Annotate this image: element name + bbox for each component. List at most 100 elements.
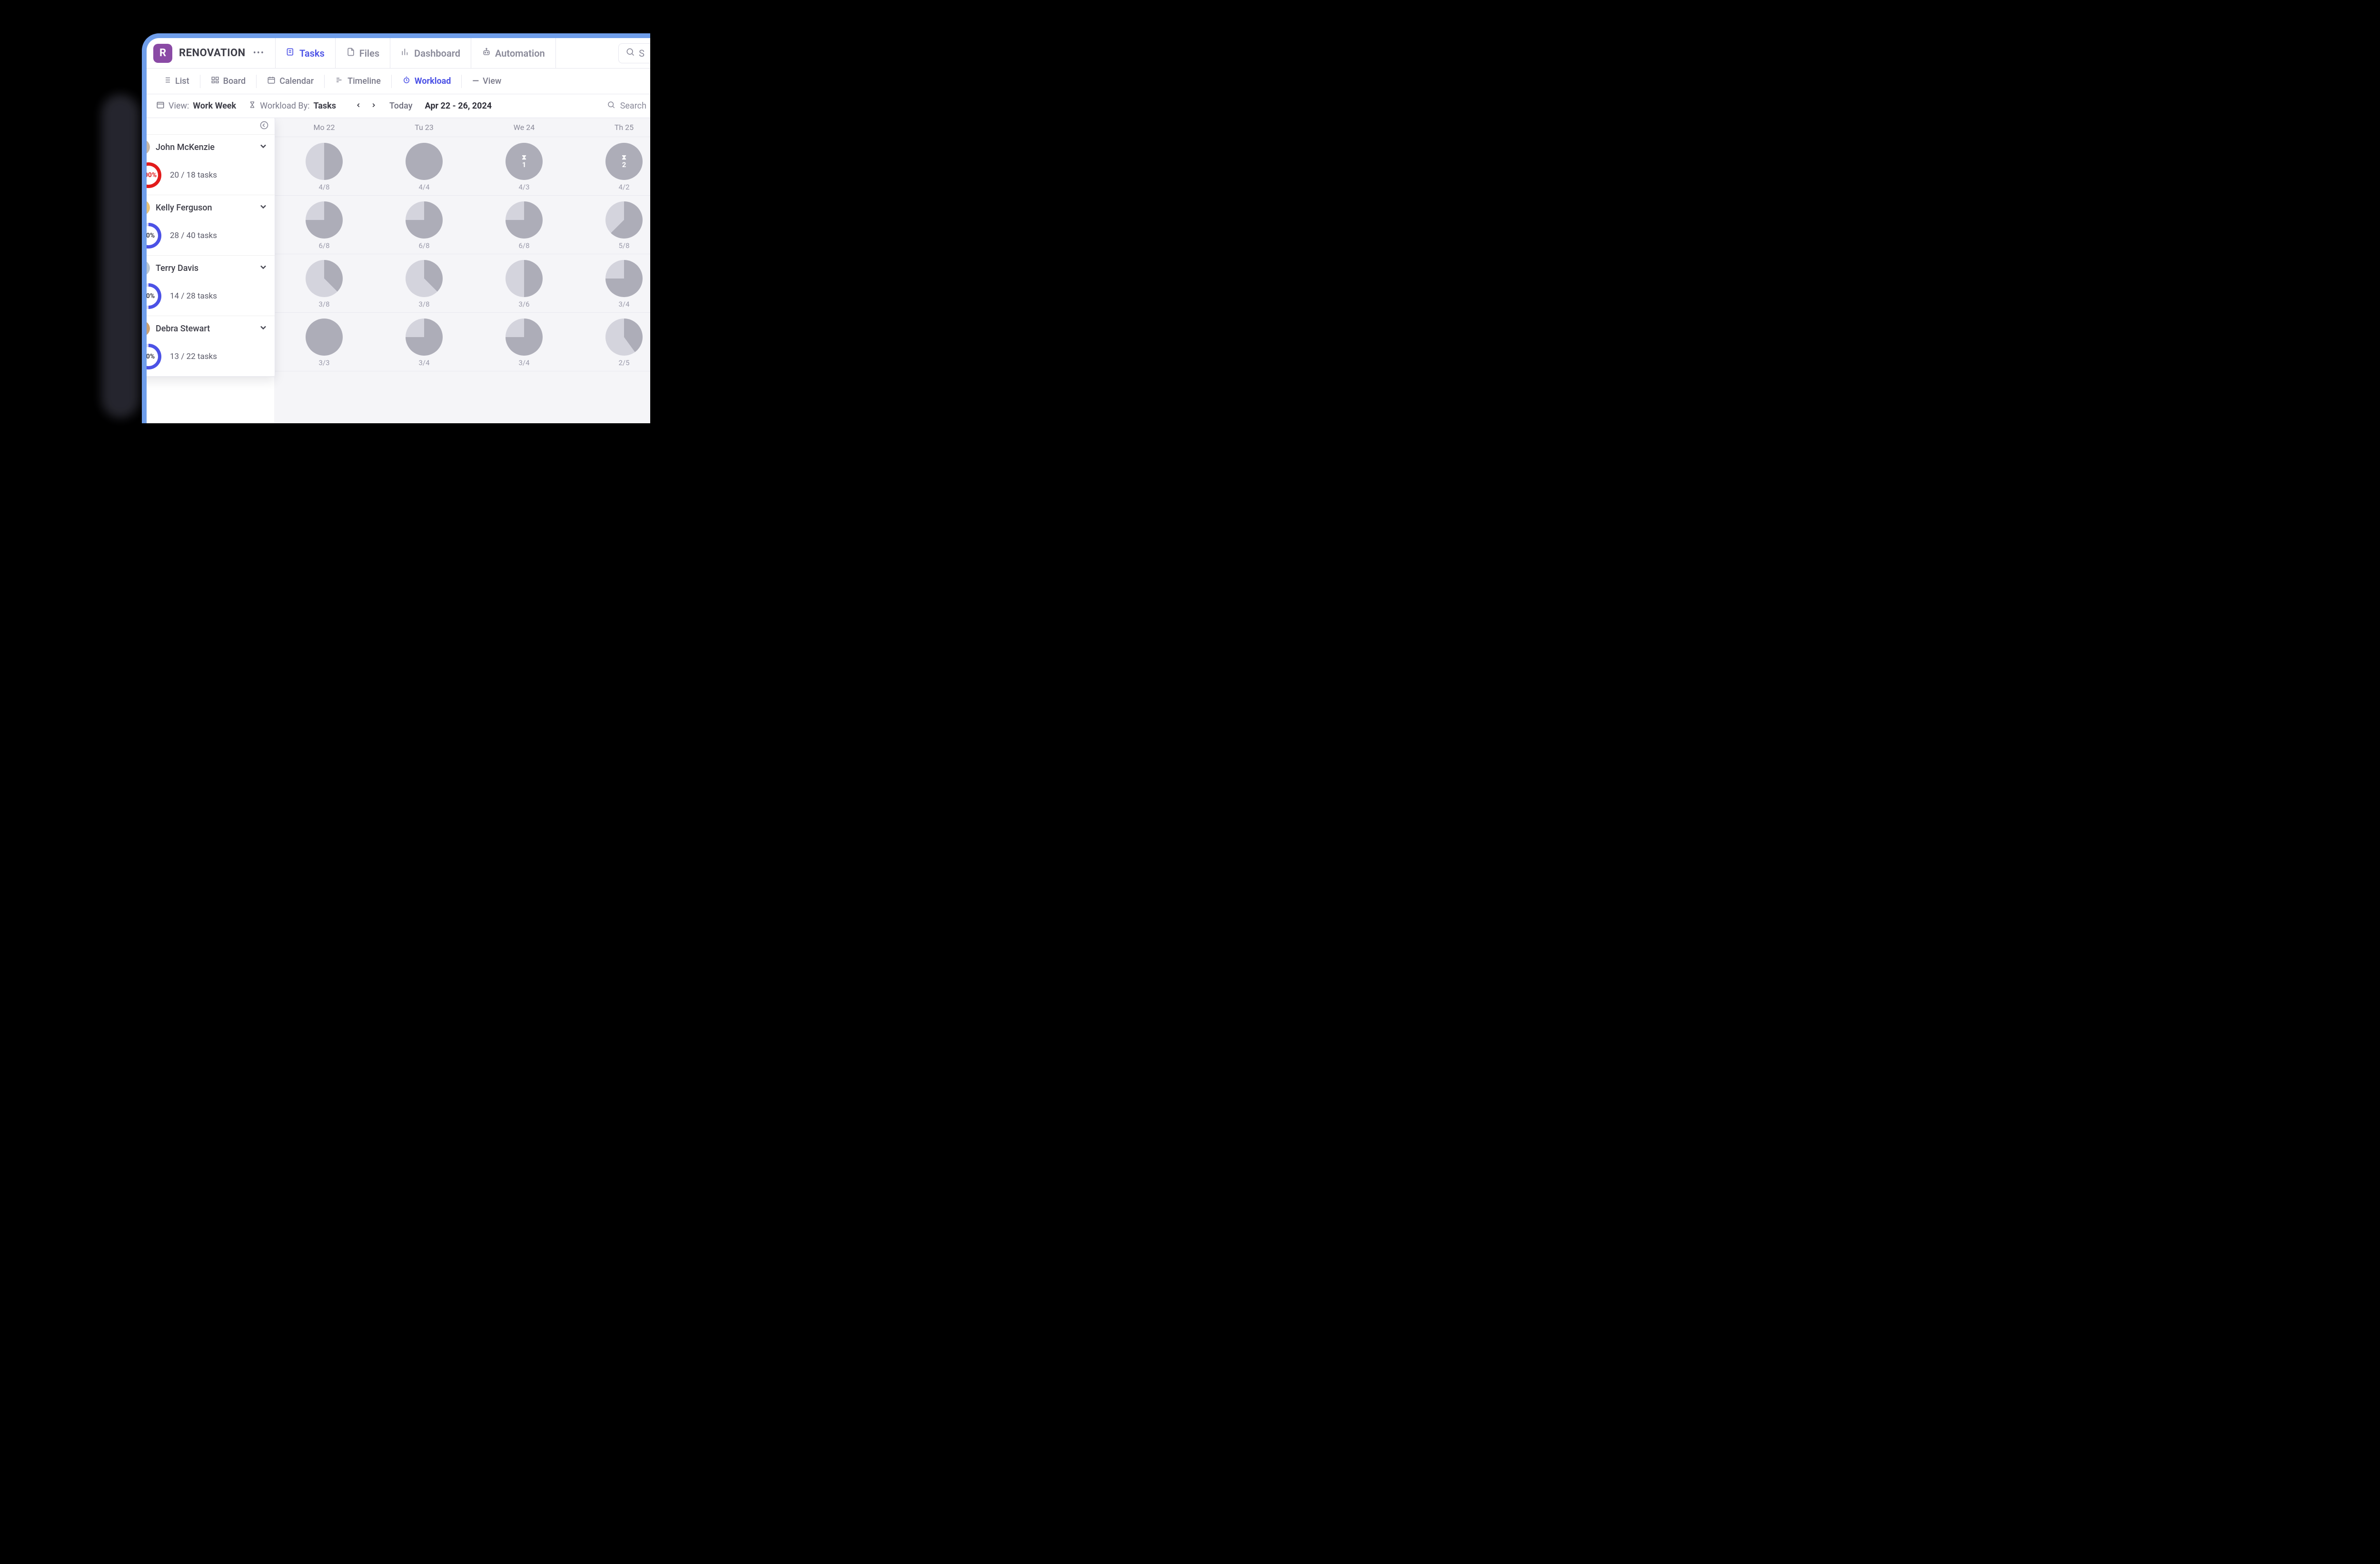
- calendar-icon: [267, 76, 276, 87]
- workload-cell[interactable]: 4/8: [274, 137, 374, 196]
- next-button[interactable]: [370, 101, 377, 111]
- workload-cell[interactable]: ⧗14/3: [474, 137, 574, 196]
- mode-add-view[interactable]: — View: [466, 73, 508, 89]
- hourglass-icon: [248, 101, 256, 111]
- app-window: R RENOVATION ••• Tasks Files: [142, 33, 650, 423]
- header-search[interactable]: S: [618, 43, 650, 63]
- minus-icon: —: [472, 76, 479, 86]
- workload-cell[interactable]: 3/4: [574, 254, 650, 313]
- project-menu-button[interactable]: •••: [249, 46, 268, 60]
- cell-fraction: 3/3: [318, 359, 329, 367]
- pie-icon: [506, 319, 543, 356]
- person-row: Terry Davis 50% 14 / 28 tasks: [147, 256, 275, 316]
- header-tabs: Tasks Files Dashboard: [275, 38, 556, 68]
- dashboard-icon: [401, 47, 410, 59]
- person-header[interactable]: John McKenzie: [147, 139, 268, 155]
- pie-icon: [506, 201, 543, 239]
- mode-board-label: Board: [223, 76, 246, 86]
- progress-ring: 70%: [147, 223, 161, 249]
- mode-calendar[interactable]: Calendar: [260, 73, 320, 90]
- view-selector[interactable]: View: Work Week: [156, 100, 236, 111]
- progress-ring: 100%: [147, 162, 161, 188]
- chevron-down-icon: [258, 323, 268, 334]
- prev-button[interactable]: [355, 101, 362, 111]
- grid-search-label: Search: [620, 101, 646, 111]
- workload-grid: Mo 22Tu 23We 24Th 254/84/4⧗14/3⧗24/26/86…: [274, 118, 650, 423]
- person-row: Debra Stewart 60% 13 / 22 tasks: [147, 316, 275, 377]
- workload-cell[interactable]: 3/4: [474, 313, 574, 371]
- progress-percent: 70%: [147, 226, 158, 245]
- progress-percent: 50%: [147, 287, 158, 306]
- workload-icon: [402, 76, 411, 87]
- avatar: [147, 321, 150, 336]
- workload-cell[interactable]: 6/8: [274, 196, 374, 254]
- pie-icon: [406, 143, 443, 180]
- mode-board[interactable]: Board: [204, 73, 253, 90]
- tab-automation-label: Automation: [495, 48, 545, 59]
- view-value: Work Week: [193, 101, 236, 111]
- pie-icon: [306, 201, 343, 239]
- tab-automation[interactable]: Automation: [471, 38, 556, 68]
- workload-cell[interactable]: 6/8: [374, 196, 474, 254]
- workload-cell[interactable]: 3/4: [374, 313, 474, 371]
- cell-fraction: 6/8: [318, 241, 329, 250]
- cell-fraction: 3/4: [518, 359, 529, 367]
- workload-by-selector[interactable]: Workload By: Tasks: [248, 101, 336, 111]
- tasks-count: 20 / 18 tasks: [170, 170, 217, 180]
- pie-icon: [306, 143, 343, 180]
- header: R RENOVATION ••• Tasks Files: [147, 38, 650, 69]
- mode-view-label: View: [483, 76, 501, 86]
- today-button[interactable]: Today: [389, 101, 413, 111]
- pie-icon: [306, 319, 343, 356]
- workload-cell[interactable]: 3/3: [274, 313, 374, 371]
- divider: [391, 75, 392, 88]
- project-badge: R: [153, 44, 172, 63]
- window-shadow: [101, 94, 139, 418]
- progress-percent: 100%: [147, 166, 158, 185]
- pie-icon: ⧗2: [605, 143, 643, 180]
- workload-cell[interactable]: 4/4: [374, 137, 474, 196]
- grid-search[interactable]: Search: [607, 100, 646, 111]
- workload-cell[interactable]: 3/6: [474, 254, 574, 313]
- view-modes: List Board Calendar Timeline Workload: [147, 69, 650, 94]
- mode-workload[interactable]: Workload: [396, 73, 458, 90]
- chevron-down-icon: [258, 202, 268, 213]
- person-stats: 100% 20 / 18 tasks: [147, 162, 268, 188]
- cell-fraction: 4/3: [518, 183, 529, 191]
- workload-cell[interactable]: 2/5: [574, 313, 650, 371]
- board-icon: [211, 76, 219, 87]
- tab-files[interactable]: Files: [335, 38, 390, 68]
- cell-fraction: 4/4: [418, 183, 429, 191]
- workload-cell[interactable]: 3/8: [274, 254, 374, 313]
- mode-list-label: List: [175, 76, 189, 86]
- cell-fraction: 3/8: [318, 300, 329, 309]
- divider: [461, 75, 462, 88]
- mode-timeline[interactable]: Timeline: [328, 73, 387, 90]
- divider: [324, 75, 325, 88]
- timeline-icon: [335, 76, 344, 87]
- person-header[interactable]: Debra Stewart: [147, 321, 268, 336]
- calendar-icon: [156, 100, 165, 111]
- tab-files-label: Files: [359, 48, 379, 59]
- tasks-count: 14 / 28 tasks: [170, 291, 217, 301]
- person-name: John McKenzie: [156, 142, 253, 152]
- tab-tasks[interactable]: Tasks: [275, 38, 335, 68]
- chevron-down-icon: [258, 141, 268, 153]
- mode-list[interactable]: List: [156, 73, 196, 90]
- workload-cell[interactable]: 5/8: [574, 196, 650, 254]
- mode-workload-label: Workload: [415, 76, 451, 86]
- panel-collapse-button[interactable]: [259, 120, 269, 132]
- person-header[interactable]: Terry Davis: [147, 260, 268, 276]
- day-header: Tu 23: [374, 118, 474, 137]
- workload-cell[interactable]: 6/8: [474, 196, 574, 254]
- person-header[interactable]: Kelly Ferguson: [147, 200, 268, 215]
- person-name: Kelly Ferguson: [156, 203, 253, 213]
- pie-icon: [406, 201, 443, 239]
- day-header: Mo 22: [274, 118, 374, 137]
- overload-count: 2: [622, 160, 626, 169]
- workload-cell[interactable]: 3/8: [374, 254, 474, 313]
- mode-timeline-label: Timeline: [347, 76, 381, 86]
- workload-cell[interactable]: ⧗24/2: [574, 137, 650, 196]
- tasks-count: 28 / 40 tasks: [170, 231, 217, 240]
- tab-dashboard[interactable]: Dashboard: [390, 38, 471, 68]
